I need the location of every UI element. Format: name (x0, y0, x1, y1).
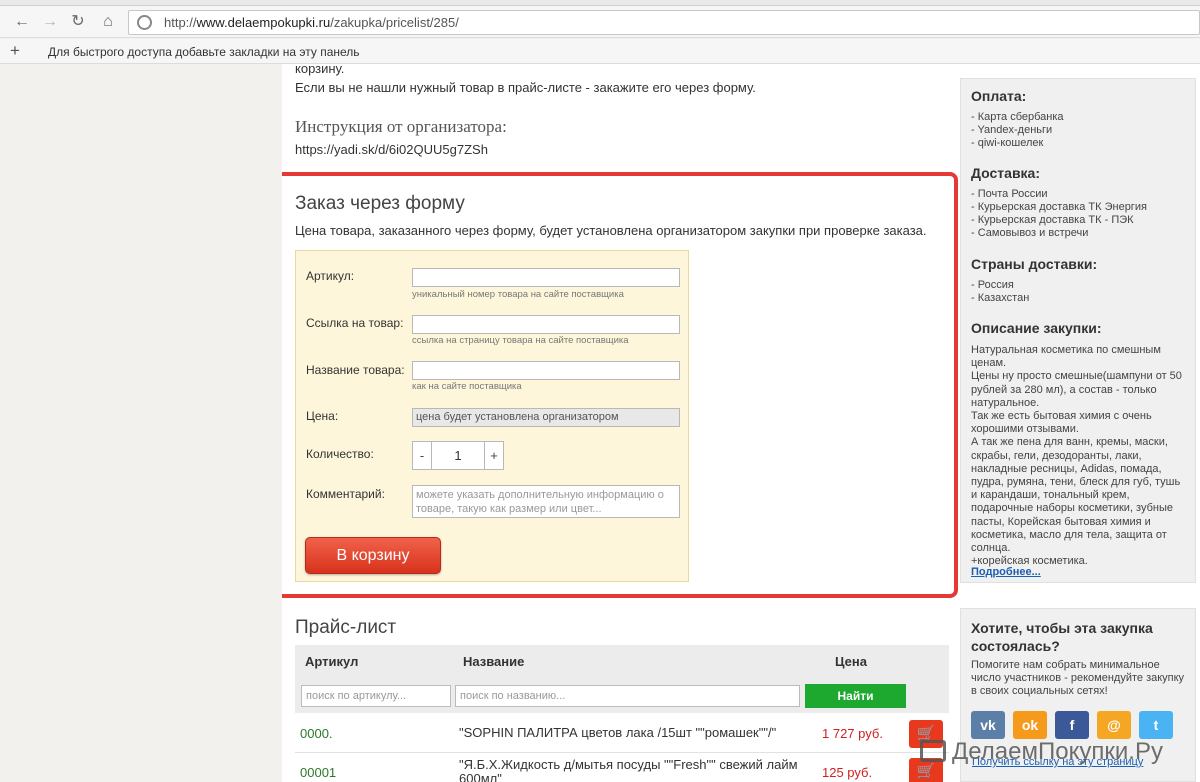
more-link[interactable]: Подробнее... (971, 566, 1041, 578)
search-article-input[interactable]: поиск по артикулу... (301, 685, 451, 707)
link-hint: ссылка на страницу товара на сайте поста… (412, 335, 629, 346)
bookmarks-hint: Для быстрого доступа добавьте закладки н… (48, 45, 360, 59)
delivery-item: - Курьерская доставка ТК Энергия (971, 201, 1147, 213)
pricelist-header: Артикул Название Цена (295, 645, 949, 677)
add-bookmark-icon[interactable]: + (10, 41, 20, 61)
row-article: 00001 (300, 765, 337, 780)
quantity-minus-button[interactable]: - (412, 441, 432, 470)
delivery-item: - Курьерская доставка ТК - ПЭК (971, 214, 1134, 226)
link-label: Ссылка на товар: (306, 316, 404, 330)
bookmarks-bar: + Для быстрого доступа добавьте закладки… (0, 39, 1200, 64)
name-hint: как на сайте поставщика (412, 381, 522, 392)
reload-icon[interactable]: ↻ (68, 12, 88, 32)
purchase-description: Натуральная косметика по смешным ценам. … (971, 344, 1182, 568)
comment-textarea[interactable]: можете указать дополнительную информацию… (412, 485, 680, 518)
order-form: Артикул: уникальный номер товара на сайт… (295, 250, 689, 582)
pricelist-title: Прайс-лист (295, 617, 397, 638)
quantity-plus-button[interactable]: + (484, 441, 504, 470)
countries-title: Страны доставки: (971, 256, 1098, 272)
vk-icon[interactable]: vk (971, 711, 1005, 739)
instructions-title: Инструкция от организатора: (295, 117, 507, 136)
share-text: Помогите нам собрать минимальное число у… (971, 659, 1185, 697)
delivery-title: Доставка: (971, 165, 1041, 181)
row-name: "Я.Б.Х.Жидкость д/мытья посуды ""Fresh""… (459, 757, 798, 782)
name-label: Название товара: (306, 363, 405, 377)
add-to-cart-button[interactable]: В корзину (305, 537, 441, 574)
page-info-icon[interactable] (137, 15, 152, 30)
row-name: "SOPHIN ПАЛИТРА цветов лака /15шт ""рома… (459, 725, 777, 740)
pricelist-search: поиск по артикулу... поиск по названию..… (295, 677, 949, 713)
order-form-title: Заказ через форму (295, 193, 465, 214)
intro-cut-line: корзину. (295, 64, 345, 76)
price-label: Цена: (306, 409, 339, 423)
row-price: 1 727 руб. (822, 726, 883, 741)
odnoklassniki-icon[interactable]: ok (1013, 711, 1047, 739)
find-button[interactable]: Найти (805, 684, 906, 708)
column-price: Цена (835, 654, 867, 669)
site-watermark: ДелаемПокупки.Ру (920, 738, 1163, 766)
url-text: http://www.delaempokupki.ru/zakupka/pric… (164, 15, 459, 30)
address-bar[interactable]: http://www.delaempokupki.ru/zakupka/pric… (128, 10, 1200, 35)
back-icon[interactable]: ← (12, 12, 32, 32)
payment-item: - Карта сбербанка (971, 111, 1064, 123)
forward-icon[interactable]: → (40, 12, 60, 32)
country-item: - Казахстан (971, 292, 1030, 304)
order-form-description: Цена товара, заказанного через форму, бу… (295, 223, 927, 238)
row-article: 0000. (300, 726, 333, 741)
country-item: - Россия (971, 279, 1014, 291)
page-content: корзину. Если вы не нашли нужный товар в… (282, 64, 1200, 782)
home-icon[interactable]: ⌂ (98, 12, 118, 32)
quantity-label: Количество: (306, 447, 374, 461)
description-title: Описание закупки: (971, 320, 1102, 336)
purchase-info-sidebar: Оплата: - Карта сбербанка - Yandex-деньг… (960, 78, 1196, 583)
quantity-stepper: - 1 + (412, 441, 504, 470)
price-field: цена будет установлена организатором (412, 408, 680, 427)
intro-not-found: Если вы не нашли нужный товар в прайс-ли… (295, 80, 756, 95)
article-input[interactable] (412, 268, 680, 287)
browser-toolbar: ← → ↻ ⌂ http://www.delaempokupki.ru/zaku… (0, 6, 1200, 38)
payment-item: - qiwi-кошелек (971, 137, 1044, 149)
payment-title: Оплата: (971, 88, 1027, 104)
name-input[interactable] (412, 361, 680, 380)
payment-item: - Yandex-деньги (971, 124, 1053, 136)
facebook-icon[interactable]: f (1055, 711, 1089, 739)
quantity-input[interactable]: 1 (432, 441, 484, 470)
column-name: Название (463, 654, 525, 669)
share-title: Хотите, чтобы эта закупка состоялась? (971, 620, 1153, 654)
instructions-link[interactable]: https://yadi.sk/d/6i02QUU5g7ZSh (295, 142, 488, 157)
cart-logo-icon (920, 740, 946, 762)
link-input[interactable] (412, 315, 680, 334)
twitter-icon[interactable]: t (1139, 711, 1173, 739)
mail-icon[interactable]: @ (1097, 711, 1131, 739)
delivery-item: - Почта России (971, 188, 1048, 200)
search-name-input[interactable]: поиск по названию... (455, 685, 800, 707)
table-row: 0000. "SOPHIN ПАЛИТРА цветов лака /15шт … (295, 713, 949, 753)
comment-label: Комментарий: (306, 487, 385, 501)
row-price: 125 руб. (822, 765, 873, 780)
watermark-text: ДелаемПокупки.Ру (952, 738, 1163, 765)
table-row: 00001 "Я.Б.Х.Жидкость д/мытья посуды ""F… (295, 754, 949, 782)
article-hint: уникальный номер товара на сайте поставщ… (412, 289, 624, 300)
column-article: Артикул (305, 654, 359, 669)
article-label: Артикул: (306, 269, 355, 283)
delivery-item: - Самовывоз и встречи (971, 227, 1089, 239)
